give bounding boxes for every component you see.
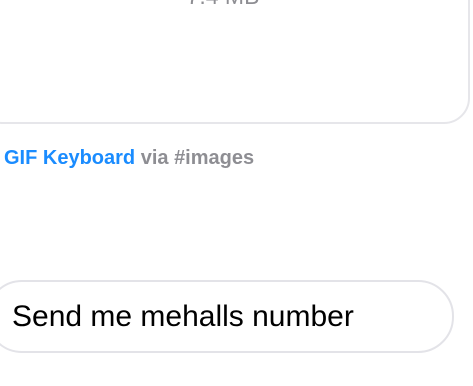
attachment-file-size: 7.4 MB bbox=[0, 0, 468, 8]
via-suffix-text: via #images bbox=[140, 147, 255, 169]
gif-attachment-card[interactable]: 7.4 MB bbox=[0, 0, 470, 124]
message-bubble[interactable]: Send me mehalls number bbox=[0, 280, 454, 353]
via-app-link[interactable]: GIF Keyboard bbox=[4, 147, 135, 169]
message-text: Send me mehalls number bbox=[12, 299, 354, 333]
chat-screen: 7.4 MB GIF Keyboard via #images Send me … bbox=[0, 0, 473, 386]
via-attribution: GIF Keyboard via #images bbox=[4, 144, 254, 172]
